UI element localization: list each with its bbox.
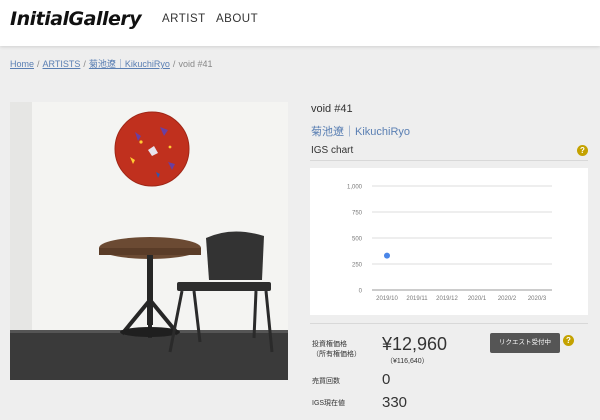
sales-count-label: 売買回数	[312, 378, 340, 385]
x-tick-label: 2019/12	[436, 296, 458, 302]
igs-current-label: IGS現在値	[312, 400, 346, 407]
y-tick-label: 0	[359, 289, 363, 295]
breadcrumb-home[interactable]: Home	[10, 59, 34, 69]
site-logo[interactable]: InitialGallery	[10, 8, 142, 30]
request-help-icon[interactable]: ?	[563, 335, 574, 346]
breadcrumb: Home / ARTISTS / 菊池遼｜KikuchiRyo / void #41	[10, 59, 213, 69]
artwork-scene	[10, 102, 288, 380]
x-tick-label: 2020/1	[468, 296, 487, 302]
sales-count-value: 0	[382, 371, 391, 388]
igs-chart-svg: 1,000 750 500 250 0 2019/10 2019/11 2019/12 2020…	[347, 185, 552, 302]
x-tick-label: 2020/3	[528, 296, 547, 302]
artwork-photo[interactable]	[10, 102, 288, 380]
request-button[interactable]: リクエスト受付中	[490, 333, 560, 353]
y-tick-label: 1,000	[347, 185, 363, 191]
x-tick-label: 2019/11	[406, 296, 428, 302]
artist-link[interactable]: 菊池遼｜KikuchiRyo	[311, 123, 410, 139]
nav-artist[interactable]: ARTIST	[162, 13, 206, 25]
artwork-title: void #41	[311, 103, 353, 115]
price-value: ¥12,960	[382, 334, 448, 354]
y-tick-label: 750	[352, 211, 363, 217]
chart-point	[384, 252, 390, 259]
igs-help-icon[interactable]: ?	[577, 145, 588, 156]
price-label: 投資権価格 （所有権価格）	[312, 340, 361, 360]
divider	[310, 160, 588, 161]
price-label-line1: 投資権価格	[312, 341, 347, 348]
divider	[310, 323, 588, 324]
igs-chart: 1,000 750 500 250 0 2019/10 2019/11 2019/12 2020…	[310, 168, 588, 315]
breadcrumb-artists[interactable]: ARTISTS	[43, 59, 81, 69]
igs-chart-label: IGS chart	[311, 145, 354, 156]
x-tick-label: 2020/2	[498, 296, 517, 302]
price-sub-value: （¥116,640）	[386, 358, 429, 365]
nav-about[interactable]: ABOUT	[216, 13, 258, 25]
site-header: InitialGallery ARTIST ABOUT	[0, 0, 600, 46]
price-label-line2: （所有権価格）	[312, 351, 361, 358]
igs-current-value: 330	[382, 394, 408, 411]
y-tick-label: 500	[352, 237, 363, 243]
x-tick-label: 2019/10	[376, 296, 398, 302]
y-tick-label: 250	[352, 263, 363, 269]
breadcrumb-current: void #41	[178, 59, 213, 69]
breadcrumb-artist[interactable]: 菊池遼｜KikuchiRyo	[89, 59, 170, 69]
